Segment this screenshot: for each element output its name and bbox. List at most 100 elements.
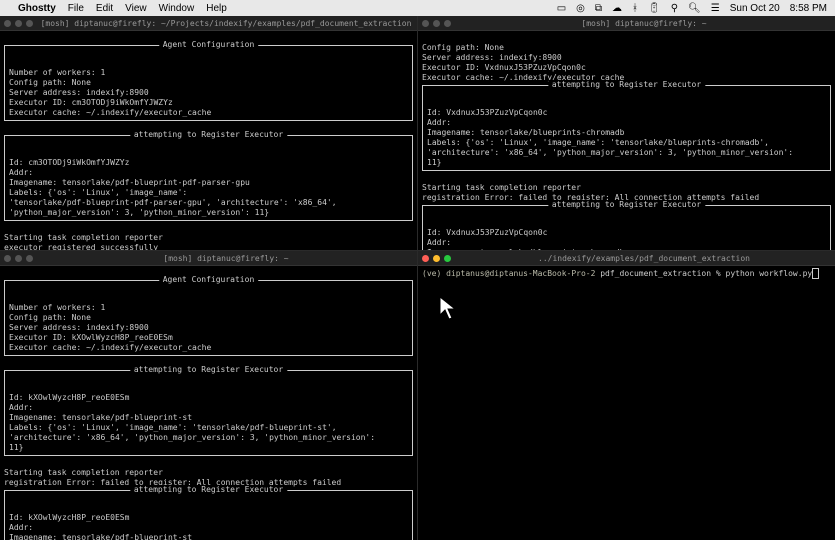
- minimize-icon[interactable]: [433, 20, 440, 27]
- zoom-icon[interactable]: [444, 255, 451, 262]
- minimize-icon[interactable]: [15, 20, 22, 27]
- tab-bar: ../indexify/examples/pdf_document_extrac…: [418, 251, 835, 266]
- line: Executor ID: VxdnuxJ53PZuzVpCqon0c: [422, 63, 586, 72]
- close-icon[interactable]: [422, 20, 429, 27]
- line: 11}: [427, 158, 441, 167]
- line: Labels: {'os': 'Linux', 'image_name': 't…: [427, 138, 769, 147]
- box-title: attempting to Register Executor: [548, 200, 705, 210]
- line: Id: cm3OTODj9iWkOmfYJWZYz: [9, 158, 129, 167]
- line: 'python_major_version': 3, 'python_minor…: [9, 208, 269, 217]
- stage-manager-icon[interactable]: ▭: [557, 3, 566, 14]
- tab-title: [mosh] diptanuc@firefly: ~: [457, 19, 831, 28]
- line: Executor cache: ~/.indexify/executor_cac…: [9, 108, 211, 117]
- line: Executor ID: cm3OTODj9iWkOmfYJWZYz: [9, 98, 173, 107]
- line: Id: VxdnuxJ53PZuzVpCqon0c: [427, 108, 547, 117]
- line: Imagename: tensorlake/blueprints-chromad…: [427, 248, 624, 250]
- line: 'tensorlake/pdf-blueprint-pdf-parser-gpu…: [9, 198, 337, 207]
- zoom-icon[interactable]: [26, 255, 33, 262]
- window-controls[interactable]: [422, 255, 451, 262]
- control-center-icon[interactable]: ☰: [711, 3, 720, 14]
- prompt-cmd: python workflow.py: [726, 269, 813, 278]
- tab-title: ../indexify/examples/pdf_document_extrac…: [457, 254, 831, 263]
- line: Server address: indexify:8900: [9, 323, 149, 332]
- line: 'architecture': 'x86_64', 'python_major_…: [427, 148, 793, 157]
- status-icon[interactable]: ◎: [576, 3, 585, 14]
- prompt-host: diptanus@diptanus-MacBook-Pro-2: [446, 269, 595, 278]
- register-box: attempting to Register Executor Id: cm3O…: [4, 135, 413, 221]
- menu-view[interactable]: View: [125, 3, 147, 14]
- cloud-icon[interactable]: ☁: [612, 3, 622, 14]
- terminal-cursor: [812, 268, 819, 279]
- search-icon[interactable]: 🔍︎: [688, 3, 701, 14]
- terminal-pane-top-right[interactable]: [mosh] diptanuc@firefly: ~ Config path: …: [418, 16, 835, 250]
- line: Addr:: [9, 168, 33, 177]
- tab-bar: [mosh] diptanuc@firefly: ~: [418, 16, 835, 31]
- menu-help[interactable]: Help: [206, 3, 227, 14]
- tab-bar: [mosh] diptanuc@firefly: ~: [0, 251, 417, 266]
- line: executor registered successfully: [4, 243, 158, 250]
- menu-window[interactable]: Window: [159, 3, 195, 14]
- terminal-pane-bottom-left[interactable]: [mosh] diptanuc@firefly: ~ Agent Configu…: [0, 251, 417, 540]
- register-box: attempting to Register Executor Id: kXOw…: [4, 490, 413, 540]
- close-icon[interactable]: [4, 255, 11, 262]
- prompt-dir: pdf_document_extraction: [600, 269, 711, 278]
- register-box: attempting to Register Executor Id: Vxdn…: [422, 85, 831, 171]
- register-box: attempting to Register Executor Id: kXOw…: [4, 370, 413, 456]
- line: Starting task completion reporter: [422, 183, 581, 192]
- line: Id: VxdnuxJ53PZuzVpCqon0c: [427, 228, 547, 237]
- wifi-icon[interactable]: ⚲: [671, 3, 678, 14]
- minimize-icon[interactable]: [433, 255, 440, 262]
- line: Id: kXOwlWyzcH8P_reoE0ESm: [9, 513, 129, 522]
- register-box: attempting to Register Executor Id: Vxdn…: [422, 205, 831, 250]
- line: Executor cache: ~/.indexify/executor_cac…: [9, 343, 211, 352]
- close-icon[interactable]: [422, 255, 429, 262]
- line: Server address: indexify:8900: [9, 88, 149, 97]
- terminal-pane-top-left[interactable]: [mosh] diptanuc@firefly: ~/Projects/inde…: [0, 16, 417, 250]
- window-controls[interactable]: [422, 20, 451, 27]
- terminal-pane-bottom-right[interactable]: ../indexify/examples/pdf_document_extrac…: [418, 251, 835, 540]
- line: Id: kXOwlWyzcH8P_reoE0ESm: [9, 393, 129, 402]
- app-name[interactable]: Ghostty: [18, 3, 56, 14]
- menu-file[interactable]: File: [68, 3, 84, 14]
- close-icon[interactable]: [4, 20, 11, 27]
- prompt-sep: %: [716, 269, 721, 278]
- bluetooth-icon[interactable]: ᚼ: [632, 3, 638, 14]
- line: Config path: None: [422, 43, 504, 52]
- mac-menubar: Ghostty File Edit View Window Help ▭ ◎ ⧉…: [0, 0, 835, 16]
- zoom-icon[interactable]: [444, 20, 451, 27]
- line: Executor ID: kXOwlWyzcH8P_reoE0ESm: [9, 333, 173, 342]
- line: Number of workers: 1: [9, 303, 105, 312]
- tab-title: [mosh] diptanuc@firefly: ~/Projects/inde…: [39, 19, 413, 28]
- minimize-icon[interactable]: [15, 255, 22, 262]
- box-title: attempting to Register Executor: [130, 130, 287, 140]
- menu-edit[interactable]: Edit: [96, 3, 113, 14]
- agent-config-box: Agent Configuration Number of workers: 1…: [4, 280, 413, 356]
- display-icon[interactable]: ⧉: [595, 3, 602, 14]
- menubar-right: ▭ ◎ ⧉ ☁ ᚼ 🔋︎ ⚲ 🔍︎ ☰ Sun Oct 20 8:58 PM: [557, 3, 827, 14]
- zoom-icon[interactable]: [26, 20, 33, 27]
- line: 11}: [9, 443, 23, 452]
- box-title: attempting to Register Executor: [548, 80, 705, 90]
- window-controls[interactable]: [4, 20, 33, 27]
- line: Addr:: [9, 403, 33, 412]
- line: Imagename: tensorlake/pdf-blueprint-st: [9, 533, 192, 540]
- line: 'architecture': 'x86_64', 'python_major_…: [9, 433, 375, 442]
- agent-config-box: Agent Configuration Number of workers: 1…: [4, 45, 413, 121]
- battery-icon[interactable]: 🔋︎: [648, 3, 661, 14]
- line: Addr:: [427, 118, 451, 127]
- box-title: Agent Configuration: [159, 275, 259, 285]
- line: Number of workers: 1: [9, 68, 105, 77]
- line: Server address: indexify:8900: [422, 53, 562, 62]
- box-title: attempting to Register Executor: [130, 485, 287, 495]
- line: Labels: {'os': 'Linux', 'image_name': 't…: [9, 423, 337, 432]
- line: Addr:: [9, 523, 33, 532]
- line: Addr:: [427, 238, 451, 247]
- menubar-time[interactable]: 8:58 PM: [790, 3, 827, 14]
- line: Imagename: tensorlake/pdf-blueprint-st: [9, 413, 192, 422]
- window-controls[interactable]: [4, 255, 33, 262]
- line: Config path: None: [9, 78, 91, 87]
- menubar-date[interactable]: Sun Oct 20: [730, 3, 780, 14]
- box-title: attempting to Register Executor: [130, 365, 287, 375]
- line: Config path: None: [9, 313, 91, 322]
- tab-bar: [mosh] diptanuc@firefly: ~/Projects/inde…: [0, 16, 417, 31]
